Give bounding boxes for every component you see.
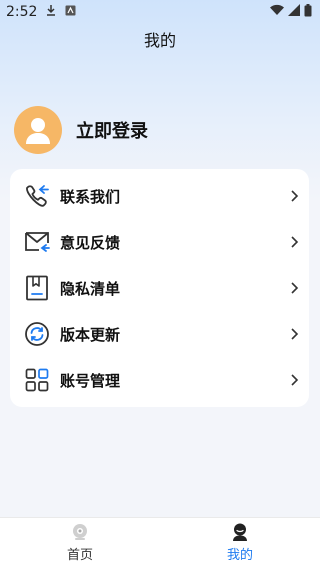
- refresh-icon: [23, 320, 51, 348]
- login-button[interactable]: 立即登录: [76, 117, 148, 143]
- menu-item-contact-us[interactable]: 联系我们: [10, 173, 309, 219]
- chevron-right-icon: [291, 374, 299, 386]
- tab-home[interactable]: 首页: [0, 518, 160, 569]
- app-notification-icon: [65, 4, 76, 20]
- status-right: [270, 3, 312, 21]
- page-title: 我的: [143, 31, 176, 50]
- profile-tab-icon: [233, 523, 247, 541]
- download-icon: [45, 4, 57, 20]
- profile-section[interactable]: 立即登录: [14, 106, 148, 154]
- tab-label: 首页: [66, 548, 93, 563]
- user-avatar-icon: [26, 118, 50, 144]
- chevron-right-icon: [291, 328, 299, 340]
- tab-mine[interactable]: 我的: [160, 518, 320, 569]
- menu-item-label: 账号管理: [60, 371, 121, 390]
- menu-item-version-update[interactable]: 版本更新: [10, 311, 309, 357]
- status-time: 2:52: [6, 4, 38, 20]
- menu-item-label: 版本更新: [60, 325, 121, 344]
- avatar[interactable]: [14, 106, 62, 154]
- chevron-right-icon: [291, 282, 299, 294]
- tab-label: 我的: [226, 548, 253, 563]
- menu-item-label: 意见反馈: [60, 233, 121, 252]
- chevron-right-icon: [291, 236, 299, 248]
- grid-icon: [23, 366, 51, 394]
- battery-icon: [304, 3, 312, 21]
- menu-card: 联系我们 意见反馈 隐私清单 版本更新 账号管理: [10, 169, 309, 407]
- home-tab-icon: [73, 524, 87, 540]
- bookmark-document-icon: [23, 274, 51, 302]
- signal-icon: [288, 4, 300, 20]
- mail-icon: [23, 228, 51, 256]
- status-bar: 2:52: [0, 0, 320, 24]
- menu-item-label: 联系我们: [60, 187, 121, 206]
- menu-item-privacy-list[interactable]: 隐私清单: [10, 265, 309, 311]
- menu-item-label: 隐私清单: [60, 279, 121, 298]
- bottom-tab-bar: 首页 我的: [0, 517, 320, 569]
- wifi-icon: [270, 4, 284, 20]
- menu-item-feedback[interactable]: 意见反馈: [10, 219, 309, 265]
- chevron-right-icon: [291, 190, 299, 202]
- menu-item-account-management[interactable]: 账号管理: [10, 357, 309, 403]
- status-left: 2:52: [6, 4, 76, 20]
- phone-icon: [23, 182, 51, 210]
